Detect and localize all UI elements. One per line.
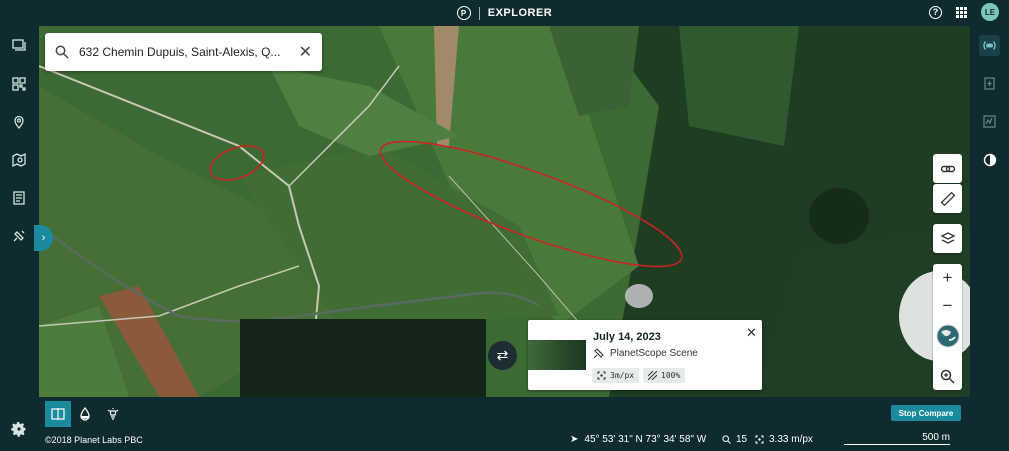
compare-pane	[240, 319, 486, 397]
contrast-icon[interactable]	[979, 149, 1000, 170]
resolution-chip: 3m/px	[592, 368, 640, 383]
scene-type: PlanetScope Scene	[610, 347, 698, 359]
resolution-icon	[597, 371, 606, 380]
coordinates-value: 45° 53' 31" N 73° 34' 58" W	[584, 434, 707, 445]
scene-card[interactable]: July 14, 2023 ✕ PlanetScope Scene 3m/px …	[528, 320, 762, 390]
zoom-level: 15	[722, 434, 747, 445]
ruler-icon	[940, 191, 955, 206]
copyright: ©2018 Planet Labs PBC	[45, 435, 143, 445]
scene-date: July 14, 2023	[593, 331, 661, 343]
zoom-level-value: 15	[736, 434, 748, 445]
satellite-icon[interactable]	[11, 228, 27, 244]
document-list-icon[interactable]	[11, 190, 27, 206]
link-button[interactable]	[933, 154, 962, 183]
link-icon	[940, 165, 955, 172]
brand-divider	[478, 6, 480, 20]
settings-gear-icon[interactable]	[11, 421, 27, 437]
globe-icon[interactable]	[935, 322, 961, 350]
scene-thumbnail[interactable]	[528, 340, 586, 370]
search-box[interactable]: 632 Chemin Dupuis, Saint-Alexis, Q... ✕	[45, 33, 322, 71]
brand[interactable]: P EXPLORER	[456, 6, 553, 20]
status-footer: ©2018 Planet Labs PBC ➤ 45° 53' 31" N 73…	[39, 431, 970, 451]
zoom-in-button[interactable]: +	[933, 264, 962, 292]
lightbulb-icon	[107, 408, 119, 420]
map-resolution-value: 3.33 m/px	[769, 434, 813, 445]
chart-icon[interactable]	[979, 111, 1000, 132]
coverage-hatch-icon	[648, 371, 657, 380]
map-resolution: 3.33 m/px	[755, 434, 813, 445]
avatar[interactable]: LE	[981, 3, 999, 21]
cursor-coordinates: ➤ 45° 53' 31" N 73° 34' 58" W	[570, 434, 706, 445]
compare-split-button[interactable]	[45, 401, 71, 427]
clear-search-icon[interactable]: ✕	[299, 42, 312, 62]
zoom-out-button[interactable]: −	[933, 292, 962, 320]
map-search-icon[interactable]	[11, 152, 27, 168]
search-input[interactable]: 632 Chemin Dupuis, Saint-Alexis, Q...	[79, 45, 289, 59]
right-sidebar	[970, 26, 1009, 451]
bottom-toolbar: Stop Compare	[39, 397, 970, 431]
resolution-value: 3m/px	[610, 371, 635, 380]
export-icon[interactable]	[979, 73, 1000, 94]
apps-grid-icon[interactable]	[956, 6, 967, 18]
help-icon[interactable]: ?	[929, 5, 942, 19]
signal-icon[interactable]	[979, 35, 1000, 56]
scale-bar: 500 m	[844, 432, 950, 445]
layers-icon	[940, 231, 955, 244]
qr-grid-icon[interactable]	[11, 76, 27, 92]
navigation-arrow-icon: ➤	[570, 434, 579, 445]
app-title: EXPLORER	[487, 7, 553, 19]
layers-stack-icon[interactable]	[11, 38, 27, 54]
swap-compare-button[interactable]: ⇄	[488, 341, 517, 370]
location-pin-icon[interactable]	[11, 114, 27, 130]
zoom-level-icon	[722, 435, 731, 444]
coverage-chip: 100%	[643, 368, 686, 383]
top-bar: P EXPLORER ? LE	[0, 0, 1009, 26]
layers-button[interactable]	[933, 224, 962, 253]
scene-type-row: PlanetScope Scene	[593, 347, 698, 359]
lightbulb-button[interactable]	[100, 401, 126, 427]
coverage-value: 100%	[661, 371, 681, 380]
water-drop-button[interactable]	[72, 401, 98, 427]
stop-compare-button[interactable]: Stop Compare	[891, 405, 961, 421]
zoom-search-button[interactable]	[933, 362, 962, 390]
planet-logo-icon: P	[456, 6, 471, 20]
compare-split-icon	[51, 408, 65, 420]
satellite-icon	[593, 348, 604, 359]
measure-button[interactable]	[933, 184, 962, 213]
resolution-icon	[755, 435, 764, 444]
water-drop-icon	[80, 407, 90, 421]
search-icon	[55, 45, 69, 59]
zoom-icon	[940, 369, 955, 384]
close-scene-icon[interactable]: ✕	[746, 325, 757, 341]
